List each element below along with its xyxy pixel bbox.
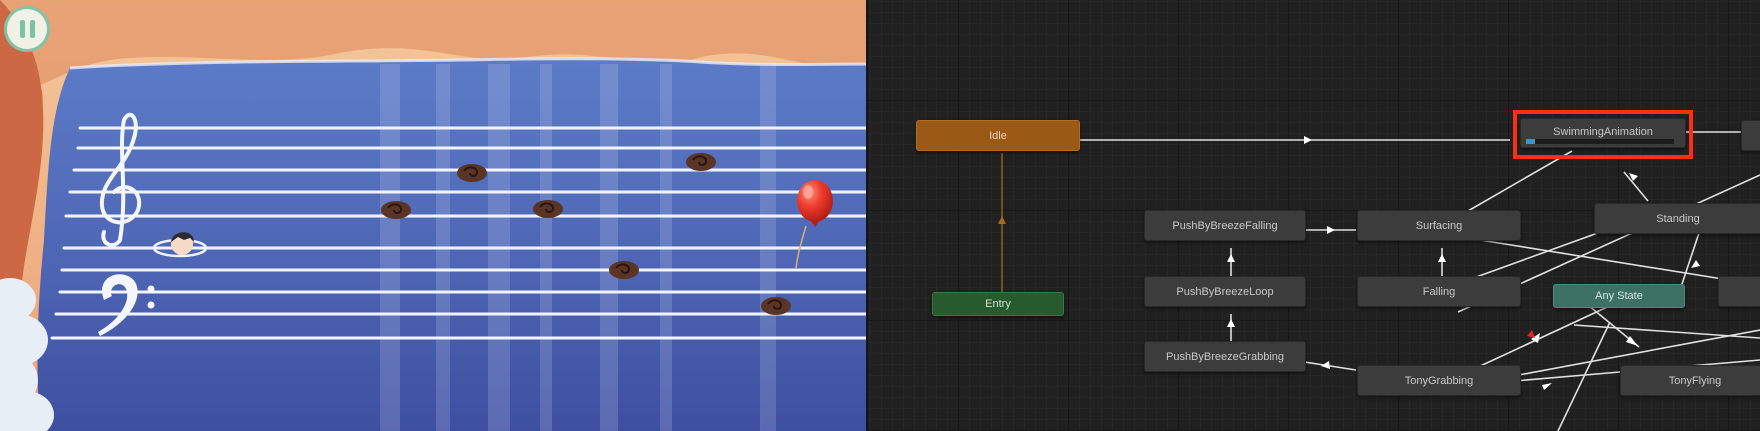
transition-arrow — [1327, 226, 1335, 234]
rock-obstacle — [686, 153, 716, 171]
state-any-state[interactable]: Any State — [1553, 284, 1685, 308]
state-label: PushByBreezeFalling — [1172, 219, 1278, 232]
pause-button[interactable]: pause-icon — [4, 6, 50, 52]
transition-arrow — [1691, 260, 1700, 268]
state-entry[interactable]: Entry — [932, 292, 1064, 316]
rock-obstacle — [457, 164, 487, 182]
state-falling[interactable]: Falling — [1357, 276, 1521, 307]
state-surfacing[interactable]: Surfacing — [1357, 210, 1521, 241]
state-idle[interactable]: Idle — [916, 120, 1080, 151]
state-label: Surfacing — [1415, 219, 1463, 232]
state-label: Idle — [989, 129, 1007, 142]
rock-obstacle — [761, 297, 791, 315]
state-label: SwimmingAnimation — [1553, 126, 1653, 138]
game-scene — [0, 0, 868, 431]
rock-obstacle — [609, 261, 639, 279]
transition-arrow — [998, 216, 1006, 224]
state-progress-fill — [1526, 139, 1535, 144]
state-standing[interactable]: Standing — [1594, 203, 1760, 234]
state-offscreen-right[interactable] — [1741, 120, 1760, 151]
transition-any-right — [1573, 324, 1760, 339]
state-label: TonyGrabbing — [1404, 374, 1474, 387]
state-label: PushByBreezeLoop — [1176, 285, 1274, 298]
state-tony-grabbing[interactable]: TonyGrabbing — [1357, 365, 1521, 396]
transition-surfacing-swimming — [1467, 150, 1573, 212]
state-swimming-animation[interactable]: SwimmingAnimation — [1520, 118, 1686, 148]
transition-arrow — [1227, 319, 1235, 327]
state-progress-bar — [1526, 139, 1674, 144]
state-push-by-breeze-grabbing[interactable]: PushByBreezeGrabbing — [1144, 341, 1306, 372]
state-label: Any State — [1595, 290, 1643, 302]
transition-arrow — [1438, 254, 1446, 262]
state-label: Falling — [1422, 285, 1456, 298]
state-label: PushByBreezeGrabbing — [1165, 350, 1284, 363]
state-label: Standing — [1656, 212, 1700, 225]
transition-arrow — [1304, 136, 1312, 144]
rock-obstacle — [381, 201, 411, 219]
state-tony-flying[interactable]: TonyFlying — [1620, 365, 1760, 396]
transition-arrow-selected — [1527, 330, 1535, 338]
state-push-by-breeze-falling[interactable]: PushByBreezeFalling — [1144, 210, 1306, 241]
transition-arrow — [1227, 254, 1235, 262]
transition-arrow — [1542, 383, 1552, 390]
rock-obstacle — [533, 200, 563, 218]
state-push-by-breeze-loop[interactable]: PushByBreezeLoop — [1144, 276, 1306, 307]
animator-graph[interactable]: Idle Entry SwimmingAnimation PushByBreez… — [868, 0, 1760, 431]
state-offscreen-right-2[interactable] — [1718, 276, 1760, 307]
state-label: TonyFlying — [1668, 374, 1722, 387]
game-view: pause-icon — [0, 0, 868, 431]
state-label: Entry — [985, 298, 1011, 310]
